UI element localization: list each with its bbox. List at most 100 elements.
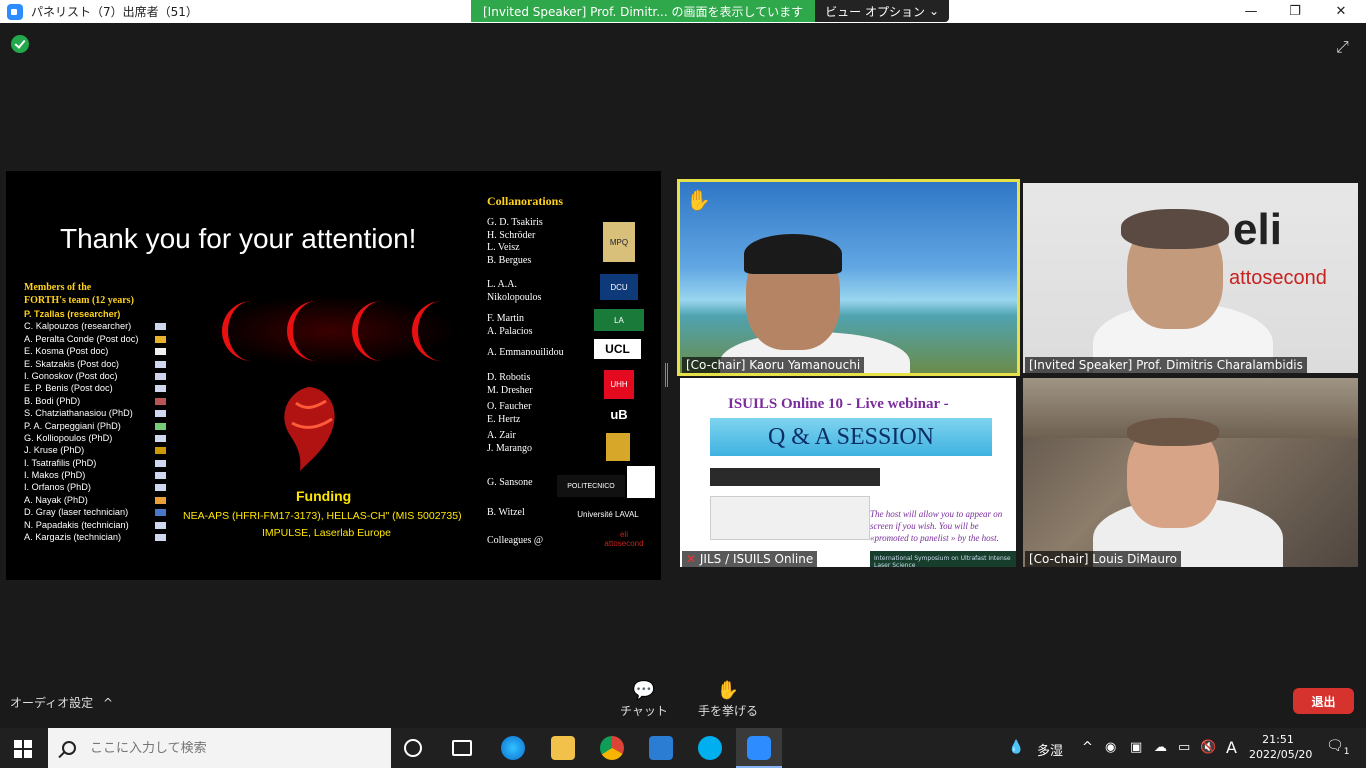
meeting-area: ⤢ Thank you for your attention! Members …: [0, 23, 1366, 725]
close-button[interactable]: ✕: [1318, 0, 1364, 23]
record-icon[interactable]: ◉: [1105, 740, 1116, 755]
collaborations-title: Collanorations: [487, 194, 564, 208]
list-item: E. P. Benis (Post doc): [24, 382, 174, 394]
laser-beam-image: [202, 295, 458, 367]
split-handle[interactable]: [665, 363, 668, 387]
shared-screen[interactable]: Thank you for your attention! Members of…: [6, 171, 661, 580]
camera-icon[interactable]: ▣: [1130, 740, 1142, 755]
members-list: P. Tzallas (researcher) C. Kalpouzos (re…: [24, 308, 174, 543]
list-item: I. Tsatrafilis (PhD): [24, 457, 174, 469]
collab-group: F. Martin A. Palacios: [487, 313, 533, 337]
funding-line: IMPULSE, Laserlab Europe: [262, 527, 391, 539]
flag-icon: [155, 496, 166, 504]
participant-name: [Co-chair] Kaoru Yamanouchi: [682, 357, 865, 373]
flag-icon: [155, 459, 166, 467]
weather-icon[interactable]: 💧: [1008, 740, 1024, 755]
network-icon[interactable]: ▭: [1178, 740, 1190, 755]
raise-hand-button[interactable]: ✋ 手を挙げる: [693, 680, 763, 719]
qa-session-banner: Q & A SESSION: [710, 418, 992, 456]
mail-icon[interactable]: [649, 736, 673, 760]
chat-button[interactable]: 💬 チャット: [609, 680, 679, 719]
notification-icon[interactable]: 🗨1: [1326, 738, 1350, 757]
list-item: P. A. Carpeggiani (PhD): [24, 420, 174, 432]
members-title-line: FORTH's team (12 years): [24, 295, 134, 306]
collab-group: G. D. Tsakiris H. Schröder L. Veisz B. B…: [487, 217, 543, 266]
flag-icon: [155, 372, 166, 380]
list-item: I. Orfanos (PhD): [24, 481, 174, 493]
chrome-icon[interactable]: [600, 736, 624, 760]
onedrive-icon[interactable]: ☁: [1154, 740, 1167, 755]
list-item: S. Chatziathanasiou (PhD): [24, 407, 174, 419]
chat-label: チャット: [620, 704, 668, 718]
la-logo: LA: [594, 309, 644, 331]
list-item: P. Tzallas (researcher): [24, 309, 121, 319]
security-shield-icon[interactable]: [11, 35, 29, 53]
flag-icon: [155, 534, 166, 542]
clock-date: 2022/05/20: [1249, 748, 1313, 761]
flag-icon: [155, 323, 166, 331]
flag-icon: [155, 397, 166, 405]
leave-button[interactable]: 退出: [1293, 688, 1354, 714]
mpq-logo: MPQ: [603, 222, 635, 262]
list-item: I. Gonoskov (Post doc): [24, 370, 174, 382]
collab-group: Colleagues @: [487, 535, 544, 546]
task-view-icon[interactable]: [452, 740, 472, 756]
meeting-controls: オーディオ設定 ^ 💬 チャット ✋ 手を挙げる 退出: [0, 670, 1366, 725]
slide-heading: Thank you for your attention!: [60, 223, 417, 254]
weather-text[interactable]: 多湿: [1037, 740, 1063, 759]
skype-icon[interactable]: [698, 736, 722, 760]
video-tile-yamanouchi[interactable]: ✋ [Co-chair] Kaoru Yamanouchi: [677, 179, 1020, 376]
fullscreen-icon[interactable]: ⤢: [1336, 37, 1349, 57]
view-options-button[interactable]: ビュー オプション ⌄: [815, 0, 950, 22]
flag-icon: [155, 509, 166, 517]
chevron-up-icon: ^: [103, 696, 114, 710]
maximize-button[interactable]: ❐: [1272, 0, 1318, 23]
video-tile-dimitris[interactable]: eli attosecond [Invited Speaker] Prof. D…: [1023, 183, 1358, 373]
edge-icon[interactable]: [501, 736, 525, 760]
flag-icon: [155, 335, 166, 343]
video-tile-jils[interactable]: ISUILS Online 10 - Live webinar - Q & A …: [680, 378, 1016, 567]
participant-hair: [744, 234, 842, 274]
video-tile-louis[interactable]: [Co-chair] Louis DiMauro: [1023, 378, 1358, 567]
zoom-toolbar-image: [710, 468, 880, 486]
hand-icon: ✋: [716, 680, 740, 701]
flag-icon: [155, 422, 166, 430]
collab-group: G. Sansone: [487, 477, 533, 488]
audio-settings-button[interactable]: オーディオ設定 ^: [10, 694, 113, 711]
participant-hair: [1127, 418, 1219, 446]
ucl-logo: UCL: [594, 339, 641, 359]
raise-hand-label: 手を挙げる: [697, 704, 758, 718]
mic-muted-icon: ✕: [686, 552, 697, 566]
list-item: D. Gray (laser technician): [24, 506, 174, 518]
search-input[interactable]: [90, 740, 370, 756]
taskbar-search[interactable]: [48, 728, 391, 768]
collab-group: O. Faucher E. Hertz: [487, 401, 532, 425]
ime-indicator[interactable]: A: [1226, 738, 1237, 757]
cortana-icon[interactable]: [404, 739, 422, 757]
list-item: G. Kolliopoulos (PhD): [24, 432, 174, 444]
unmute-dialog-image: [710, 496, 870, 540]
flag-icon: [155, 360, 166, 368]
minimize-button[interactable]: —: [1228, 0, 1274, 23]
politecnico-logo: POLITECNICO: [557, 475, 625, 497]
flag-icon: [155, 447, 166, 455]
collab-group: B. Witzel: [487, 507, 525, 518]
search-icon: [62, 741, 76, 755]
file-explorer-icon[interactable]: [551, 736, 575, 760]
zoom-icon: [747, 736, 771, 760]
qa-title: ISUILS Online 10 - Live webinar -: [728, 396, 949, 412]
zoom-taskbar-button[interactable]: [736, 728, 782, 768]
volume-icon[interactable]: 🔇: [1200, 740, 1216, 755]
participant-hair: [1121, 209, 1229, 249]
taskbar-clock[interactable]: 21:51 2022/05/20: [1249, 732, 1313, 762]
share-status: [Invited Speaker] Prof. Dimitr... の画面を表示…: [471, 0, 816, 22]
eli-logo: eli attosecond: [602, 525, 646, 553]
collab-group: A. Emmanouilidou: [487, 347, 564, 358]
ub-logo: uB: [604, 406, 634, 422]
taskbar: 💧 多湿 ^ ◉ ▣ ☁ ▭ 🔇 A 21:51 2022/05/20 🗨1: [0, 728, 1366, 768]
collab-group: A. Zair J. Marango: [487, 430, 532, 454]
windows-start-icon[interactable]: [14, 740, 32, 758]
clock-time: 21:51: [1262, 733, 1294, 746]
flag-icon: [155, 410, 166, 418]
chevron-up-icon[interactable]: ^: [1082, 740, 1093, 755]
